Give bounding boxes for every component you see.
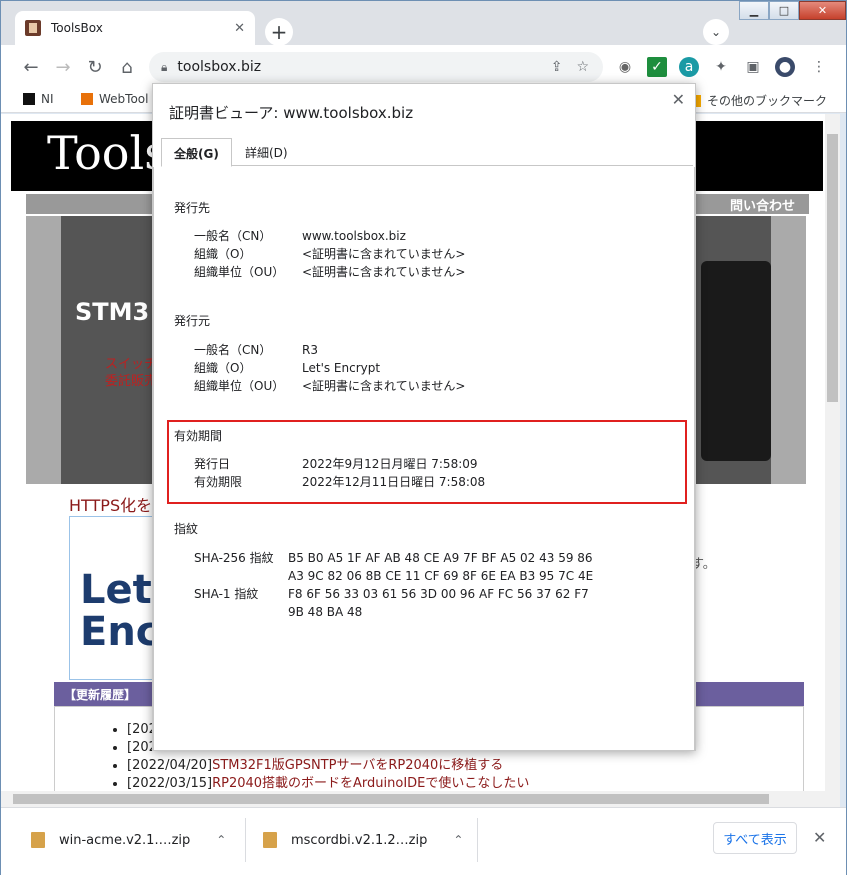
zip-file-icon xyxy=(31,832,45,848)
bookmark-other[interactable]: その他のブックマーク xyxy=(689,92,827,109)
list-item[interactable]: [2022/04/20]STM32F1版GPSNTPサーバをRP2040に移植す… xyxy=(127,757,803,775)
show-all-button[interactable]: すべて表示 xyxy=(713,822,797,854)
window-controls: ▁ □ ✕ xyxy=(739,1,846,20)
hero-subtitle: スイッチ 委託販売 xyxy=(105,357,158,389)
forward-icon[interactable]: → xyxy=(51,55,75,79)
dialog-title: 証明書ビューア: www.toolsbox.biz xyxy=(169,104,414,122)
scroll-thumb[interactable] xyxy=(13,794,769,804)
bookmark-webtool[interactable]: WebTool xyxy=(81,92,148,106)
chevron-up-icon[interactable]: ⌃ xyxy=(453,833,463,847)
back-icon[interactable]: ← xyxy=(19,55,43,79)
hero-title: STM3 xyxy=(75,298,150,326)
address-bar[interactable]: 🔒︎ toolsbox.biz ⇪ ☆ xyxy=(149,52,603,82)
url-text: toolsbox.biz xyxy=(177,59,262,75)
extension-1-icon[interactable]: ◉ xyxy=(615,57,635,77)
tab-strip: ToolsBox ✕ + ⌄ ▁ □ ✕ xyxy=(1,1,846,46)
scroll-thumb[interactable] xyxy=(827,134,838,402)
extension-a-icon[interactable]: a xyxy=(679,57,699,77)
nav-contact-link[interactable]: 問い合わせ xyxy=(730,195,795,214)
horizontal-scrollbar[interactable] xyxy=(1,791,840,807)
downloads-bar: win-acme.v2.1.…zip ⌃ mscordbi.v2.1.2…zip… xyxy=(1,807,846,875)
ni-icon xyxy=(23,93,35,105)
fingerprint-heading: 指紋 xyxy=(174,522,199,536)
tab-search-button[interactable]: ⌄ xyxy=(703,19,729,45)
new-tab-button[interactable]: + xyxy=(265,18,293,46)
maximize-button[interactable]: □ xyxy=(769,1,799,20)
divider xyxy=(245,818,246,862)
side-panel-icon[interactable]: ▣ xyxy=(743,57,763,77)
bookmark-star-icon[interactable]: ☆ xyxy=(576,59,589,75)
window-close-button[interactable]: ✕ xyxy=(799,1,846,20)
site-logo[interactable]: Tools xyxy=(47,126,168,180)
share-icon[interactable]: ⇪ xyxy=(551,59,563,75)
favicon-icon xyxy=(25,20,41,36)
bookmark-ni[interactable]: NI xyxy=(23,92,54,106)
zip-file-icon xyxy=(263,832,277,848)
download-item[interactable]: mscordbi.v2.1.2…zip ⌃ xyxy=(263,822,463,858)
validity-heading: 有効期間 xyxy=(174,429,223,443)
dialog-body: 発行先 一般名（CN） www.toolsbox.biz 組織（O） <証明書に含ま… xyxy=(153,167,695,751)
divider xyxy=(477,818,478,862)
webtool-icon xyxy=(81,93,93,105)
tab-details[interactable]: 詳細(D) xyxy=(233,138,300,166)
board-image xyxy=(701,261,771,461)
certificate-viewer-dialog: 証明書ビューア: www.toolsbox.biz ✕ 全般(G) 詳細(D) … xyxy=(152,83,696,751)
download-item[interactable]: win-acme.v2.1.…zip ⌃ xyxy=(31,822,226,858)
close-icon[interactable]: ✕ xyxy=(813,828,826,847)
chevron-up-icon[interactable]: ⌃ xyxy=(216,833,226,847)
tab-close-icon[interactable]: ✕ xyxy=(234,21,245,36)
browser-window: ToolsBox ✕ + ⌄ ▁ □ ✕ ← → ↻ ⌂ 🔒︎ toolsbox… xyxy=(0,0,847,875)
close-icon[interactable]: ✕ xyxy=(672,90,685,109)
lock-icon[interactable]: 🔒︎ xyxy=(161,60,167,75)
tab-title: ToolsBox xyxy=(51,21,103,35)
tab-toolsbox[interactable]: ToolsBox ✕ xyxy=(15,11,255,45)
extensions-puzzle-icon[interactable]: ✦ xyxy=(711,57,731,77)
dialog-tabs: 全般(G) 詳細(D) xyxy=(161,138,693,167)
tab-general[interactable]: 全般(G) xyxy=(161,138,232,167)
minimize-button[interactable]: ▁ xyxy=(739,1,769,20)
extension-check-icon[interactable]: ✓ xyxy=(647,57,667,77)
issued-by-heading: 発行元 xyxy=(174,314,211,328)
home-icon[interactable]: ⌂ xyxy=(115,55,139,79)
list-item[interactable]: [2022/03/15]RP2040搭載のボードをArduinoIDEで使いこな… xyxy=(127,775,803,791)
issued-to-heading: 発行先 xyxy=(174,201,211,215)
reload-icon[interactable]: ↻ xyxy=(83,55,107,79)
menu-kebab-icon[interactable]: ⋮ xyxy=(809,57,829,77)
https-heading: HTTPS化を xyxy=(69,496,153,515)
vertical-scrollbar[interactable] xyxy=(825,114,840,791)
profile-avatar[interactable]: ● xyxy=(775,57,795,77)
